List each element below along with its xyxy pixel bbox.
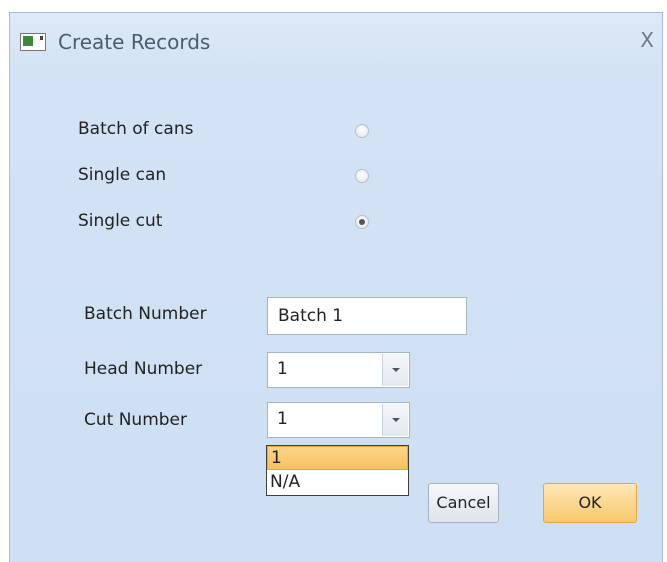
head-number-value: 1: [277, 359, 288, 379]
cut-number-label: Cut Number: [84, 410, 188, 430]
batch-number-label: Batch Number: [84, 304, 207, 324]
cut-number-value: 1: [277, 409, 288, 429]
close-button[interactable]: X: [640, 28, 654, 52]
create-records-dialog: Create Records X Batch of cans Single ca…: [9, 12, 663, 562]
dialog-title: Create Records: [58, 30, 211, 54]
radio-single-can[interactable]: [355, 169, 369, 183]
batch-number-input[interactable]: Batch 1: [267, 297, 467, 335]
option-label-single-can: Single can: [78, 165, 167, 185]
cut-number-select[interactable]: 1: [267, 402, 410, 438]
ok-button[interactable]: OK: [543, 483, 637, 523]
option-label-batch-of-cans: Batch of cans: [78, 119, 194, 139]
head-number-label: Head Number: [84, 359, 203, 379]
dropdown-option-na[interactable]: N/A: [267, 470, 408, 494]
head-number-select[interactable]: 1: [267, 352, 410, 388]
cut-number-dropdown-list: 1 N/A: [266, 445, 409, 496]
app-window-icon: [20, 33, 46, 51]
chevron-down-icon[interactable]: [382, 354, 408, 386]
radio-single-cut[interactable]: [355, 215, 369, 229]
option-label-single-cut: Single cut: [78, 211, 163, 231]
title-bar: Create Records X: [10, 13, 662, 71]
dropdown-option-1[interactable]: 1: [267, 446, 408, 470]
chevron-down-icon[interactable]: [382, 404, 408, 436]
radio-batch-of-cans[interactable]: [355, 124, 369, 138]
cancel-button[interactable]: Cancel: [428, 483, 499, 523]
